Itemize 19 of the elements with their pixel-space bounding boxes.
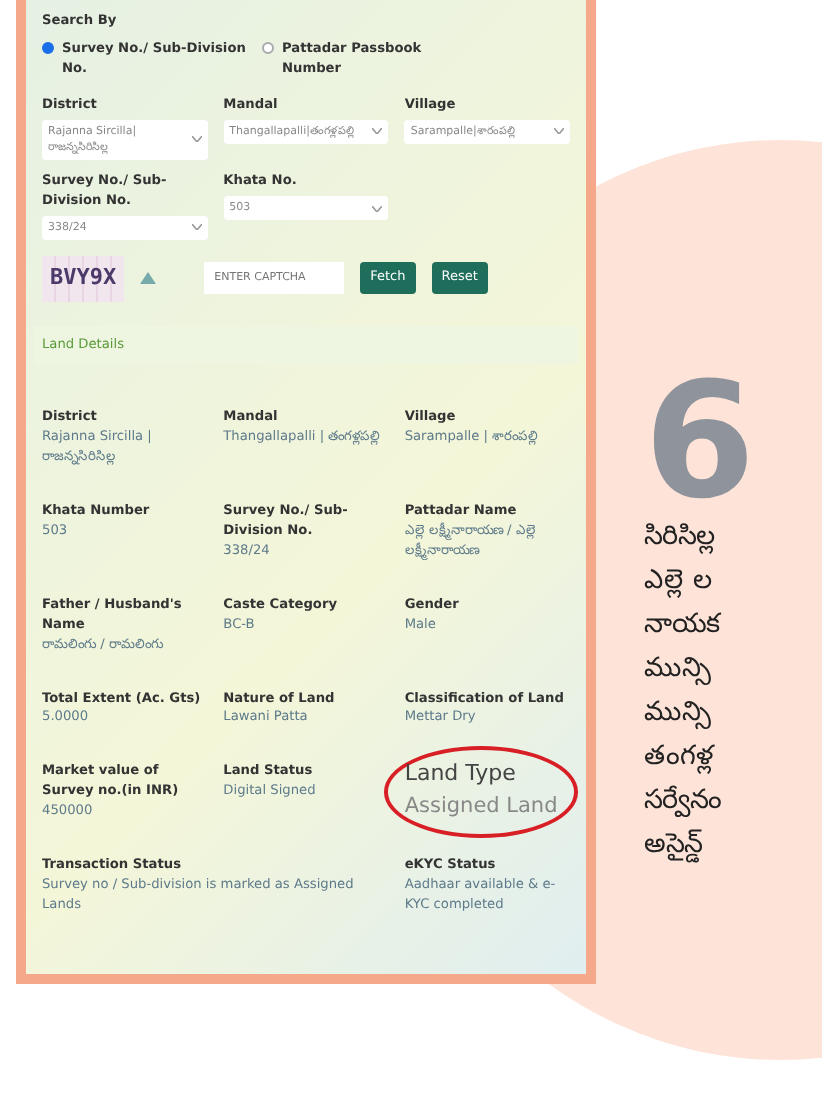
article-number: 6 bbox=[644, 370, 756, 514]
chevron-down-icon bbox=[191, 224, 202, 231]
article-text-line: తంగళ్ల bbox=[644, 738, 717, 778]
captcha-image: BVY9X bbox=[42, 256, 125, 302]
chevron-down-icon bbox=[553, 128, 564, 135]
article-text-line: మున్సి bbox=[644, 650, 713, 689]
field-value: Assigned Land bbox=[404, 791, 558, 822]
radio-button[interactable] bbox=[262, 41, 274, 54]
article-text-line: అసైన్డ్ bbox=[644, 826, 704, 866]
article-text-line: ఎల్లె ల bbox=[644, 562, 715, 602]
chevron-down-icon bbox=[372, 128, 383, 135]
article-text-line: నాయక bbox=[644, 606, 723, 644]
radio-button[interactable] bbox=[42, 41, 54, 54]
chevron-down-icon bbox=[191, 136, 202, 143]
article-text-line: మున్సి bbox=[644, 694, 713, 733]
article-text-line: సర్వేనం bbox=[644, 782, 724, 821]
chevron-down-icon bbox=[372, 205, 383, 212]
article-text-line: సిరిసిల్ల bbox=[644, 518, 718, 558]
field-label: Land Type bbox=[404, 758, 518, 791]
